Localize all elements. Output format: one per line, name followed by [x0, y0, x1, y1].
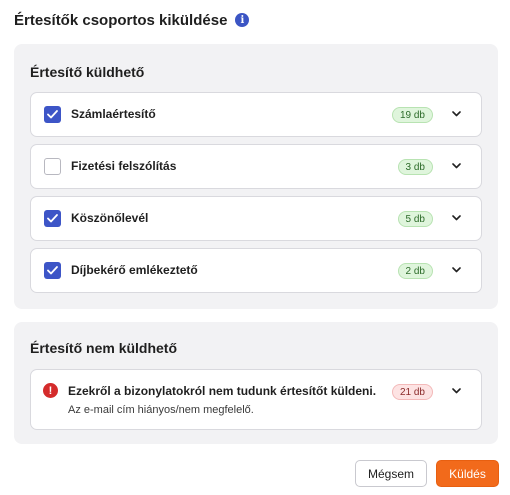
- send-button[interactable]: Küldés: [436, 460, 499, 487]
- count-badge: 3 db: [397, 159, 433, 175]
- list-item-label: Fizetési felszólítás: [71, 159, 177, 173]
- warning-item[interactable]: ! Ezekről a bizonylatokról nem tudunk ér…: [30, 369, 482, 430]
- chevron-down-icon[interactable]: [449, 107, 463, 121]
- check-icon: [47, 266, 58, 275]
- sendable-panel: Értesítő küldhető Számlaértesítő 19 db F…: [14, 44, 498, 309]
- cancel-button[interactable]: Mégsem: [355, 460, 427, 487]
- dialog-header: Értesítők csoportos kiküldése i: [14, 10, 250, 30]
- list-item-label: Köszönőlevél: [71, 211, 149, 225]
- list-item[interactable]: Köszönőlevél 5 db: [30, 196, 482, 241]
- checkbox[interactable]: [44, 106, 61, 123]
- check-icon: [47, 110, 58, 119]
- not-sendable-panel-title: Értesítő nem küldhető: [30, 340, 178, 356]
- warning-title: Ezekről a bizonylatokról nem tudunk érte…: [68, 384, 377, 398]
- checkbox[interactable]: [44, 262, 61, 279]
- chevron-down-icon[interactable]: [449, 384, 463, 398]
- check-icon: [47, 214, 58, 223]
- not-sendable-panel: Értesítő nem küldhető ! Ezekről a bizony…: [14, 322, 498, 444]
- count-badge: 2 db: [397, 263, 433, 279]
- chevron-down-icon[interactable]: [449, 263, 463, 277]
- list-item[interactable]: Számlaértesítő 19 db: [30, 92, 482, 137]
- list-item-label: Számlaértesítő: [71, 107, 156, 121]
- list-item[interactable]: Fizetési felszólítás 3 db: [30, 144, 482, 189]
- warning-subtitle: Az e-mail cím hiányos/nem megfelelő.: [68, 404, 254, 416]
- checkbox[interactable]: [44, 210, 61, 227]
- info-icon[interactable]: i: [235, 13, 250, 27]
- sendable-panel-title: Értesítő küldhető: [30, 64, 145, 80]
- page-title: Értesítők csoportos kiküldése: [14, 11, 228, 29]
- checkbox[interactable]: [44, 158, 61, 175]
- chevron-down-icon[interactable]: [449, 159, 463, 173]
- chevron-down-icon[interactable]: [449, 211, 463, 225]
- count-badge: 19 db: [391, 107, 433, 123]
- error-icon: !: [43, 383, 58, 398]
- list-item[interactable]: Díjbekérő emlékeztető 2 db: [30, 248, 482, 293]
- count-badge: 21 db: [391, 384, 433, 400]
- list-item-label: Díjbekérő emlékeztető: [71, 263, 198, 277]
- count-badge: 5 db: [397, 211, 433, 227]
